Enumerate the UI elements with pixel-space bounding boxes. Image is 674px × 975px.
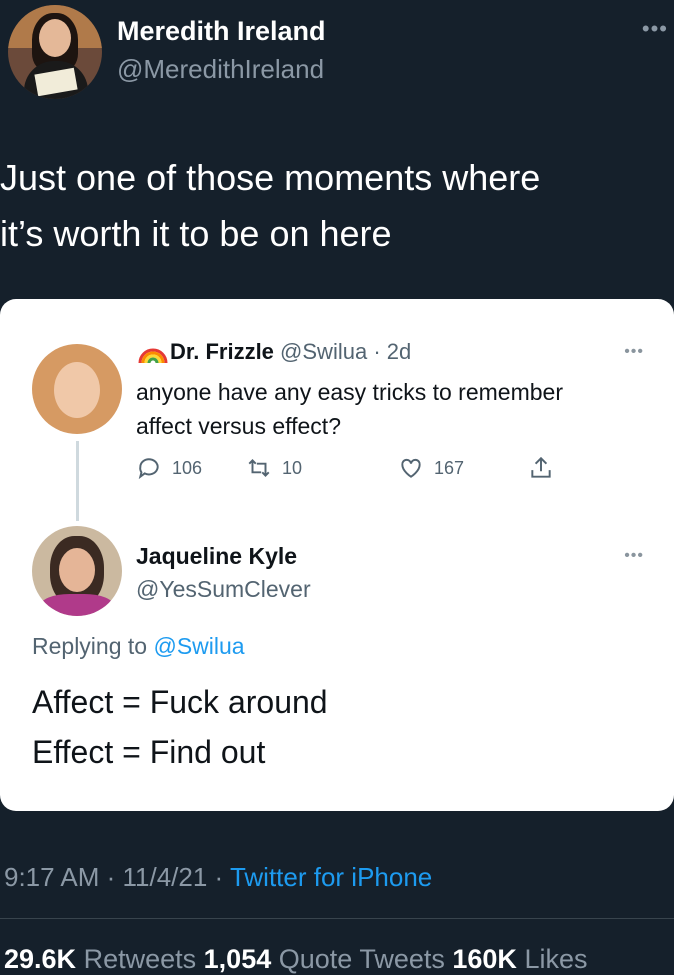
- tweet-timestamp: 9:17 AM · 11/4/21 · Twitter for iPhone: [4, 862, 432, 893]
- quoted-text: anyone have any easy tricks to remember …: [136, 375, 656, 443]
- reply-count: 106: [172, 457, 203, 478]
- quoted-handle: @Swilua: [280, 339, 368, 364]
- quoted-actions: 106 10 167: [136, 455, 566, 485]
- more-options-icon[interactable]: •••: [642, 16, 668, 42]
- thread-line: [76, 441, 79, 521]
- quoted-age: · 2d: [373, 339, 412, 364]
- engagement-stats: 29.6K Retweets 1,054 Quote Tweets 160K L…: [4, 944, 587, 975]
- replying-prefix: Replying to: [32, 633, 148, 659]
- reply-icon: [138, 458, 159, 480]
- quotes-stat[interactable]: 1,054 Quote Tweets: [204, 944, 445, 974]
- quoted-header: Dr. Frizzle @Swilua · 2d: [170, 339, 411, 365]
- reply-action: 106: [136, 455, 202, 481]
- quotes-count: 1,054: [203, 944, 272, 974]
- time-date: 9:17 AM · 11/4/21 ·: [4, 862, 230, 892]
- quoted-text-line-2: affect versus effect?: [136, 413, 341, 439]
- retweets-count: 29.6K: [4, 944, 77, 974]
- rainbow-icon: [138, 343, 168, 371]
- reply-handle: @YesSumClever: [136, 576, 311, 602]
- like-count: 167: [434, 457, 465, 478]
- quoted-name: Dr. Frizzle: [170, 339, 274, 364]
- reply-more-icon: •••: [624, 547, 644, 564]
- share-icon: [531, 456, 551, 478]
- reply-line-2: Effect = Find out: [32, 734, 266, 770]
- heart-icon: [401, 458, 421, 478]
- quotes-label: Quote Tweets: [278, 944, 445, 974]
- reply-name: Jaqueline Kyle: [136, 543, 298, 569]
- reply-avatar: [32, 526, 122, 616]
- like-action: 167: [398, 455, 464, 481]
- retweet-count: 10: [282, 457, 303, 478]
- share-action: [528, 455, 554, 481]
- quoted-more-icon: •••: [624, 343, 644, 360]
- likes-stat[interactable]: 160K Likes: [452, 944, 587, 974]
- likes-count: 160K: [452, 944, 517, 974]
- divider: [0, 918, 674, 919]
- author-avatar[interactable]: [8, 5, 102, 99]
- retweet-action: 10: [246, 455, 302, 481]
- tweet-text: Just one of those moments where it’s wor…: [0, 150, 660, 262]
- tweet-source-link[interactable]: Twitter for iPhone: [230, 862, 432, 892]
- replying-mention: @Swilua: [153, 633, 245, 659]
- likes-label: Likes: [524, 944, 588, 974]
- retweet-icon: [248, 459, 270, 477]
- tweet-line-2: it’s worth it to be on here: [0, 213, 392, 254]
- quoted-text-line-1: anyone have any easy tricks to remember: [136, 379, 563, 405]
- author-name[interactable]: Meredith Ireland: [117, 16, 326, 47]
- replying-to: Replying to @Swilua: [32, 633, 245, 660]
- reply-text: Affect = Fuck around Effect = Find out: [32, 677, 328, 777]
- quoted-avatar: [32, 344, 122, 434]
- tweet-line-1: Just one of those moments where: [0, 157, 541, 198]
- retweets-label: Retweets: [83, 944, 197, 974]
- screenshot-card: Dr. Frizzle @Swilua · 2d ••• anyone have…: [0, 299, 674, 811]
- reply-line-1: Affect = Fuck around: [32, 684, 328, 720]
- author-handle[interactable]: @MeredithIreland: [117, 54, 324, 85]
- retweets-stat[interactable]: 29.6K Retweets: [4, 944, 196, 974]
